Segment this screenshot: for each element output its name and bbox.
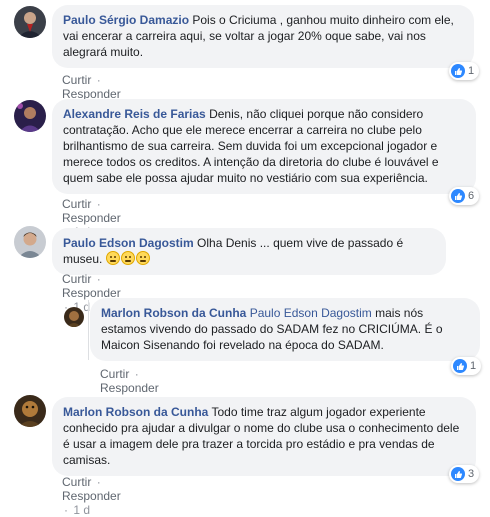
separator: ·	[64, 503, 68, 517]
author-name[interactable]: Marlon Robson da Cunha	[63, 405, 208, 419]
author-name[interactable]: Alexandre Reis de Farias	[63, 107, 206, 121]
comment-bubble: Marlon Robson da Cunha Paulo Edson Dagos…	[90, 298, 480, 361]
reaction-count[interactable]: 1	[451, 357, 482, 375]
like-button[interactable]: Curtir	[100, 367, 129, 381]
avatar[interactable]	[14, 395, 46, 427]
separator: ·	[96, 475, 101, 489]
avatar[interactable]	[14, 6, 46, 38]
separator: ·	[134, 367, 139, 381]
reaction-number: 1	[468, 65, 475, 77]
avatar[interactable]	[14, 226, 46, 258]
separator: ·	[96, 73, 101, 87]
timestamp[interactable]: 1 d	[73, 503, 90, 517]
like-button[interactable]: Curtir	[62, 475, 91, 489]
like-icon	[451, 64, 465, 78]
mention-link[interactable]: Paulo Edson Dagostim	[250, 306, 372, 320]
like-icon	[451, 189, 465, 203]
comment-bubble: Paulo Edson Dagostim Olha Denis ... quem…	[52, 228, 446, 275]
reply-thread-line	[88, 300, 89, 360]
reply-button[interactable]: Responder	[100, 381, 159, 395]
like-button[interactable]: Curtir	[62, 272, 91, 286]
reaction-count[interactable]: 6	[449, 187, 480, 205]
comment-bubble: Alexandre Reis de Farias Denis, não cliq…	[52, 99, 476, 194]
comment-bubble: Paulo Sérgio Damazio Pois o Criciuma , g…	[52, 5, 474, 68]
reaction-number: 3	[468, 468, 475, 480]
like-icon	[453, 359, 467, 373]
thinking-face-icon	[105, 251, 151, 266]
author-name[interactable]: Paulo Edson Dagostim	[63, 236, 194, 250]
like-button[interactable]: Curtir	[62, 73, 91, 87]
reply-button[interactable]: Responder	[62, 211, 121, 225]
reaction-number: 6	[468, 190, 475, 202]
avatar[interactable]	[64, 307, 84, 327]
reaction-number: 1	[470, 360, 477, 372]
reaction-count[interactable]: 3	[449, 465, 480, 483]
author-name[interactable]: Marlon Robson da Cunha	[101, 306, 246, 320]
author-name[interactable]: Paulo Sérgio Damazio	[63, 13, 189, 27]
comment-bubble: Marlon Robson da Cunha Todo time traz al…	[52, 397, 476, 476]
like-icon	[451, 467, 465, 481]
avatar[interactable]	[14, 100, 46, 132]
comment-actions: Curtir · Responder · 1 d	[62, 475, 121, 517]
separator: ·	[96, 197, 101, 211]
reply-button[interactable]: Responder	[62, 489, 121, 503]
separator: ·	[96, 272, 101, 286]
reaction-count[interactable]: 1	[449, 62, 480, 80]
like-button[interactable]: Curtir	[62, 197, 91, 211]
